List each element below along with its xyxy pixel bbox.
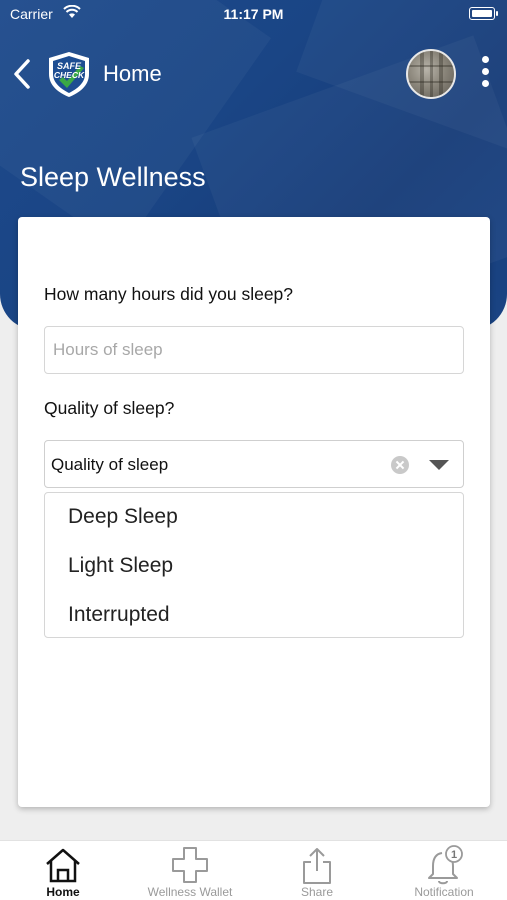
tab-notification[interactable]: 1 Notification (381, 841, 507, 900)
chevron-left-icon (14, 59, 30, 89)
quality-options-list: Deep Sleep Light Sleep Interrupted (44, 492, 464, 638)
option-light-sleep[interactable]: Light Sleep (68, 554, 173, 578)
tab-home-label: Home (46, 885, 80, 899)
more-options-icon[interactable] (476, 56, 494, 92)
tab-wellness-wallet-label: Wellness Wallet (147, 885, 233, 899)
option-interrupted[interactable]: Interrupted (68, 603, 170, 627)
quality-select[interactable]: Quality of sleep (44, 440, 464, 488)
dropdown-arrow-icon[interactable] (429, 460, 449, 470)
safecheck-logo: SAFE CHECK (46, 50, 92, 98)
tab-wellness-wallet[interactable]: Wellness Wallet (127, 841, 253, 900)
tab-notification-label: Notification (414, 885, 474, 899)
sleep-form-card: How many hours did you sleep? Quality of… (18, 217, 490, 807)
bell-icon: 1 (428, 845, 463, 885)
bottom-tab-bar: Home Wellness Wallet Share 1 Notificatio… (0, 840, 507, 900)
avatar[interactable] (406, 49, 456, 99)
medical-cross-icon (172, 847, 208, 883)
option-deep-sleep[interactable]: Deep Sleep (68, 505, 178, 529)
back-button[interactable] (10, 55, 34, 93)
status-bar: Carrier 11:17 PM (0, 0, 507, 28)
share-icon (303, 848, 331, 884)
tab-home[interactable]: Home (0, 841, 126, 900)
tab-share[interactable]: Share (254, 841, 380, 900)
hours-question-label: How many hours did you sleep? (44, 284, 294, 304)
battery-icon (469, 7, 498, 20)
hours-of-sleep-input[interactable] (44, 326, 464, 374)
status-time: 11:17 PM (223, 6, 284, 22)
header-title: Home (103, 61, 162, 86)
page-title: Sleep Wellness (20, 162, 206, 192)
clear-icon[interactable] (391, 456, 409, 474)
home-icon (46, 848, 80, 883)
notification-badge: 1 (451, 849, 457, 861)
tab-share-label: Share (300, 885, 334, 899)
quality-question-label: Quality of sleep? (44, 398, 175, 418)
quality-select-value: Quality of sleep (51, 455, 169, 474)
svg-text:CHECK: CHECK (54, 70, 85, 80)
